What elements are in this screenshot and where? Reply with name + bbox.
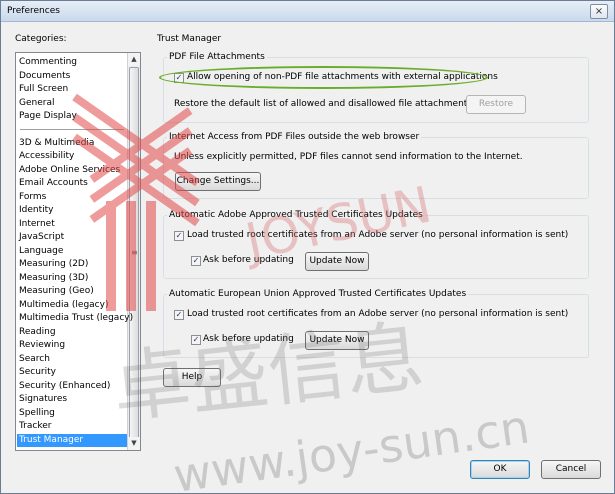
category-item[interactable]: JavaScript — [19, 231, 64, 244]
category-item[interactable]: Adobe Online Services — [19, 164, 120, 177]
close-icon: × — [594, 6, 604, 17]
adobe-ask-before-updating-checkbox[interactable]: ✓ — [191, 256, 201, 266]
categories-label: Categories: — [15, 34, 67, 44]
category-item[interactable]: Documents — [19, 70, 70, 83]
category-item[interactable]: Trust Manager — [17, 433, 127, 447]
category-item[interactable]: Search — [19, 353, 50, 366]
category-item[interactable]: Measuring (3D) — [19, 272, 88, 285]
check-icon: ✓ — [175, 310, 183, 319]
change-settings-button[interactable]: Change Settings... — [175, 172, 261, 191]
adobe-load-certs-label[interactable]: Load trusted root certificates from an A… — [187, 230, 568, 240]
category-item[interactable]: Security — [19, 366, 56, 379]
eu-ask-before-updating-label[interactable]: Ask before updating — [203, 334, 294, 344]
adobe-update-now-button[interactable]: Update Now — [305, 252, 369, 271]
category-item[interactable]: Language — [19, 245, 63, 258]
internet-access-info: Unless explicitly permitted, PDF files c… — [174, 152, 523, 162]
category-item[interactable]: Signatures — [19, 393, 67, 406]
category-item[interactable]: General — [19, 97, 54, 110]
category-item[interactable]: Internet — [19, 218, 55, 231]
category-item[interactable]: Measuring (2D) — [19, 258, 88, 271]
grip-icon: ≡ — [131, 248, 138, 257]
title-bar: Preferences × — [1, 1, 614, 22]
categories-list[interactable]: ▲ ≡ ▼ Commenting Documents Full Screen Gene… — [15, 52, 141, 451]
category-item[interactable]: Forms — [19, 191, 46, 204]
check-icon: ✓ — [192, 335, 200, 344]
category-item[interactable]: Reading — [19, 326, 56, 339]
help-button[interactable]: Help — [163, 368, 221, 387]
category-item[interactable]: Email Accounts — [19, 177, 88, 190]
category-item[interactable]: Identity — [19, 204, 54, 217]
check-icon: ✓ — [192, 256, 200, 265]
cancel-button[interactable]: Cancel — [541, 460, 601, 479]
highlight-ellipse — [159, 66, 488, 89]
check-icon: ✓ — [175, 231, 183, 240]
adobe-load-certs-checkbox[interactable]: ✓ — [174, 231, 184, 241]
category-item[interactable]: Measuring (Geo) — [19, 285, 94, 298]
category-item[interactable]: Commenting — [19, 56, 77, 69]
internet-access-title: Internet Access from PDF Files outside t… — [167, 132, 422, 142]
category-item[interactable]: Accessibility — [19, 150, 74, 163]
page-title: Trust Manager — [157, 34, 222, 44]
window-title: Preferences — [7, 6, 60, 16]
category-item[interactable]: Multimedia Trust (legacy) — [19, 312, 133, 325]
scroll-up-icon[interactable]: ▲ — [128, 53, 140, 66]
restore-button[interactable]: Restore — [466, 95, 526, 114]
eu-load-certs-checkbox[interactable]: ✓ — [174, 310, 184, 320]
category-item[interactable]: Page Display — [19, 110, 77, 123]
category-item[interactable]: Security (Enhanced) — [19, 380, 110, 393]
category-item[interactable]: Multimedia (legacy) — [19, 299, 108, 312]
restore-text: Restore the default list of allowed and … — [174, 99, 498, 109]
adobe-ask-before-updating-label[interactable]: Ask before updating — [203, 255, 294, 265]
eu-ask-before-updating-checkbox[interactable]: ✓ — [191, 335, 201, 345]
scroll-down-icon[interactable]: ▼ — [128, 437, 140, 450]
preferences-window: Preferences × Categories: ▲ ≡ ▼ Commenti… — [0, 0, 615, 494]
adobe-certs-title: Automatic Adobe Approved Trusted Certifi… — [167, 210, 425, 220]
close-button[interactable]: × — [590, 4, 608, 19]
eu-load-certs-label[interactable]: Load trusted root certificates from an A… — [187, 309, 568, 319]
eu-certs-group — [163, 294, 589, 358]
category-item[interactable]: Reviewing — [19, 339, 65, 352]
category-separator — [20, 128, 124, 130]
adobe-certs-group — [163, 215, 589, 279]
ok-button[interactable]: OK — [470, 460, 530, 479]
scroll-thumb[interactable]: ≡ — [129, 67, 139, 450]
eu-update-now-button[interactable]: Update Now — [305, 331, 369, 350]
category-item[interactable]: Spelling — [19, 407, 55, 420]
categories-scrollbar[interactable]: ▲ ≡ ▼ — [127, 53, 140, 450]
eu-certs-title: Automatic European Union Approved Truste… — [167, 289, 469, 299]
category-item[interactable]: Tracker — [19, 420, 51, 433]
category-item[interactable]: 3D & Multimedia — [19, 137, 94, 150]
pdf-attachments-title: PDF File Attachments — [167, 52, 267, 62]
category-item[interactable]: Full Screen — [19, 83, 68, 96]
